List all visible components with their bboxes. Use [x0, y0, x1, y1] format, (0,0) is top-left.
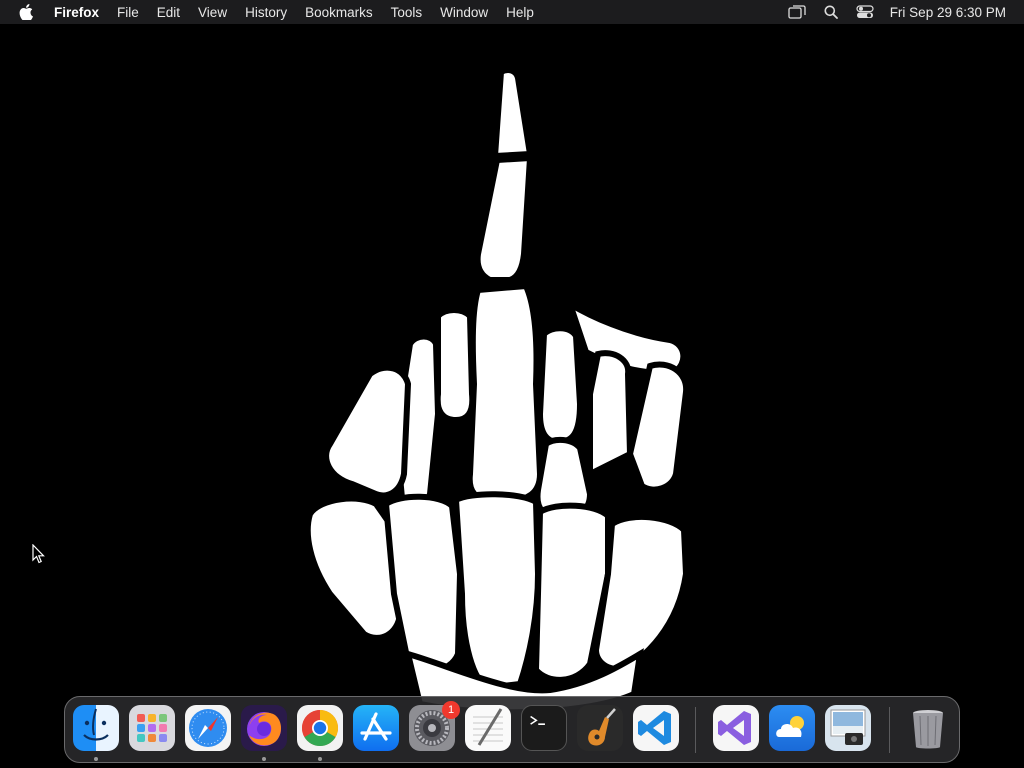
desktop-wallpaper	[0, 24, 1024, 768]
menu-edit[interactable]: Edit	[148, 0, 189, 24]
menu-file[interactable]: File	[108, 0, 148, 24]
screen-mirroring-icon[interactable]	[780, 0, 814, 24]
dock-firefox-icon[interactable]	[241, 705, 287, 751]
menu-window[interactable]: Window	[431, 0, 497, 24]
running-indicator	[94, 757, 98, 761]
dock: 1	[64, 696, 960, 763]
mouse-pointer-icon	[32, 544, 45, 564]
skeleton-hand-wallpaper-image	[304, 67, 690, 716]
dock-visual-studio-icon[interactable]	[713, 705, 759, 751]
dock-separator	[695, 707, 696, 753]
dock-textedit-icon[interactable]	[465, 705, 511, 751]
running-indicator	[318, 757, 322, 761]
dock-safari-icon[interactable]	[185, 705, 231, 751]
spotlight-search-icon[interactable]	[814, 0, 848, 24]
menu-bar: Firefox File Edit View History Bookmarks…	[0, 0, 1024, 24]
menu-history[interactable]: History	[236, 0, 296, 24]
dock-trash-icon[interactable]	[905, 705, 951, 751]
app-menu-firefox[interactable]: Firefox	[52, 0, 108, 24]
dock-terminal-icon[interactable]	[521, 705, 567, 751]
menu-bookmarks[interactable]: Bookmarks	[296, 0, 382, 24]
dock-chrome-icon[interactable]	[297, 705, 343, 751]
menu-help[interactable]: Help	[497, 0, 543, 24]
menu-tools[interactable]: Tools	[382, 0, 432, 24]
dock-preview-icon[interactable]	[825, 705, 871, 751]
apple-menu-icon[interactable]	[0, 0, 52, 24]
notification-badge: 1	[442, 701, 460, 719]
control-center-icon[interactable]	[848, 0, 882, 24]
dock-launchpad-icon[interactable]	[129, 705, 175, 751]
dock-weather-icon[interactable]	[769, 705, 815, 751]
dock-app-store-icon[interactable]	[353, 705, 399, 751]
menu-bar-clock[interactable]: Fri Sep 29 6:30 PM	[882, 5, 1006, 20]
dock-separator	[889, 707, 890, 753]
dock-finder-icon[interactable]	[73, 705, 119, 751]
running-indicator	[262, 757, 266, 761]
dock-garageband-icon[interactable]	[577, 705, 623, 751]
dock-vscode-icon[interactable]	[633, 705, 679, 751]
menu-view[interactable]: View	[189, 0, 236, 24]
